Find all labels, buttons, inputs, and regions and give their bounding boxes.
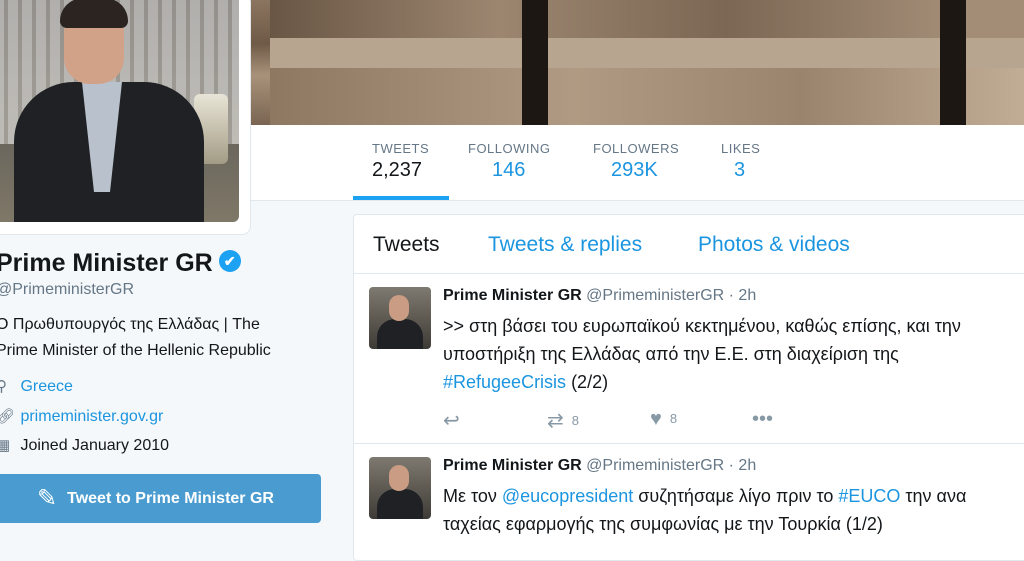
timeline: Tweets Tweets & replies Photos & videos … xyxy=(353,214,1024,561)
tweet-line: #RefugeeCrisis (2/2) xyxy=(443,368,1024,396)
stat-value: 146 xyxy=(492,159,526,181)
tweet-time[interactable]: 2h xyxy=(738,457,756,474)
tweet-author-name[interactable]: Prime Minister GR xyxy=(443,287,582,304)
more-icon[interactable]: ••• xyxy=(752,408,773,431)
joined-date: Joined January 2010 xyxy=(20,437,170,454)
stat-followers[interactable]: FOLLOWERS 293K xyxy=(593,141,679,182)
tweet-line: Με τον @eucopresident συζητήσαμε λίγο πρ… xyxy=(443,482,1024,510)
reply-icon[interactable]: ↩ xyxy=(443,408,460,433)
location-link[interactable]: Greece xyxy=(20,378,72,395)
tweet-line: ταχείας εφαρμογής της συμφωνίας με την Τ… xyxy=(443,514,883,534)
tab-tweets[interactable]: Tweets xyxy=(373,233,440,257)
tweet-header: Prime Minister GR @PrimeministerGR · 2h xyxy=(443,457,756,475)
separator: · xyxy=(728,457,734,474)
profile-location: ⚲ Greece xyxy=(0,377,73,396)
tweet-line: υποστήριξη της Ελλάδας από την Ε.Ε. στη … xyxy=(443,344,899,364)
bio-line: Ο Πρωθυπουργός της Ελλάδας | The xyxy=(0,316,260,333)
tweet-to-button[interactable]: ✎ Tweet to Prime Minister GR xyxy=(0,474,321,523)
tweet-text-part: την ανα xyxy=(900,486,967,506)
tweet-to-label: Tweet to Prime Minister GR xyxy=(67,489,274,507)
tweet-avatar[interactable] xyxy=(369,287,431,349)
tweet-text: Με τον @eucopresident συζητήσαμε λίγο πρ… xyxy=(443,482,1024,538)
profile-bio: Ο Πρωθυπουργός της Ελλάδας | The Prime M… xyxy=(0,312,326,364)
stat-label: FOLLOWING xyxy=(468,141,551,156)
hashtag-link[interactable]: #RefugeeCrisis xyxy=(443,372,566,392)
stat-likes[interactable]: LIKES 3 xyxy=(721,141,760,182)
tweet-line: >> στη βάσει του ευρωπαϊκού κεκτημένου, … xyxy=(443,316,961,336)
separator: · xyxy=(728,287,734,304)
profile-joined: ▦ Joined January 2010 xyxy=(0,436,169,455)
heart-icon: ♥ xyxy=(650,408,662,430)
tab-photos-videos[interactable]: Photos & videos xyxy=(698,233,850,257)
tab-tweets-replies[interactable]: Tweets & replies xyxy=(488,233,642,257)
stat-label: TWEETS xyxy=(372,141,430,156)
profile-avatar-frame xyxy=(0,0,250,234)
bio-line: Prime Minister of the Hellenic Republic xyxy=(0,342,271,359)
tweet-text-part: Με τον xyxy=(443,486,502,506)
tweet-avatar[interactable] xyxy=(369,457,431,519)
stat-value: 3 xyxy=(734,159,746,181)
like-action[interactable]: ♥ 8 xyxy=(650,408,677,431)
tweet-text: >> στη βάσει του ευρωπαϊκού κεκτημένου, … xyxy=(443,312,1024,396)
tweet-item[interactable]: Prime Minister GR @PrimeministerGR · 2h … xyxy=(354,444,1024,560)
stat-label: LIKES xyxy=(721,141,761,156)
stat-label: FOLLOWERS xyxy=(593,141,680,156)
website-link[interactable]: primeminister.gov.gr xyxy=(20,408,163,425)
stat-following[interactable]: FOLLOWING 146 xyxy=(468,141,551,182)
active-stat-indicator xyxy=(353,196,449,200)
tweet-item[interactable]: Prime Minister GR @PrimeministerGR · 2h … xyxy=(354,274,1024,444)
tweet-text-rest: (2/2) xyxy=(566,372,609,392)
profile-name: Prime Minister GR ✔ xyxy=(0,249,241,278)
profile-website: 🔗︎ primeminister.gov.gr xyxy=(0,407,163,426)
link-icon: 🔗︎ xyxy=(0,408,16,425)
retweet-icon: ⇄ xyxy=(547,410,564,432)
profile-name-text: Prime Minister GR xyxy=(0,249,213,277)
timeline-tabs: Tweets Tweets & replies Photos & videos xyxy=(354,215,1024,274)
profile-handle[interactable]: @PrimeministerGR xyxy=(0,281,134,299)
tweet-author-handle[interactable]: @PrimeministerGR xyxy=(586,287,724,304)
profile-avatar[interactable] xyxy=(0,0,239,222)
tweet-time[interactable]: 2h xyxy=(738,287,756,304)
stat-value: 293K xyxy=(611,159,658,181)
tweet-author-name[interactable]: Prime Minister GR xyxy=(443,457,582,474)
like-count: 8 xyxy=(669,411,678,426)
retweet-action[interactable]: ⇄ 8 xyxy=(547,408,579,433)
stat-tweets[interactable]: TWEETS 2,237 xyxy=(372,141,429,182)
quill-icon: ✎ xyxy=(37,485,58,512)
verified-badge-icon: ✔ xyxy=(218,250,241,273)
retweet-count: 8 xyxy=(571,413,579,428)
stat-value: 2,237 xyxy=(372,159,423,181)
hashtag-link[interactable]: #EUCO xyxy=(838,486,900,506)
tweet-header: Prime Minister GR @PrimeministerGR · 2h xyxy=(443,287,756,305)
tweet-text-part: συζητήσαμε λίγο πριν το xyxy=(633,486,839,506)
location-pin-icon: ⚲ xyxy=(0,378,7,395)
tweet-author-handle[interactable]: @PrimeministerGR xyxy=(586,457,724,474)
calendar-icon: ▦ xyxy=(0,437,11,454)
mention-link[interactable]: @eucopresident xyxy=(502,486,633,506)
